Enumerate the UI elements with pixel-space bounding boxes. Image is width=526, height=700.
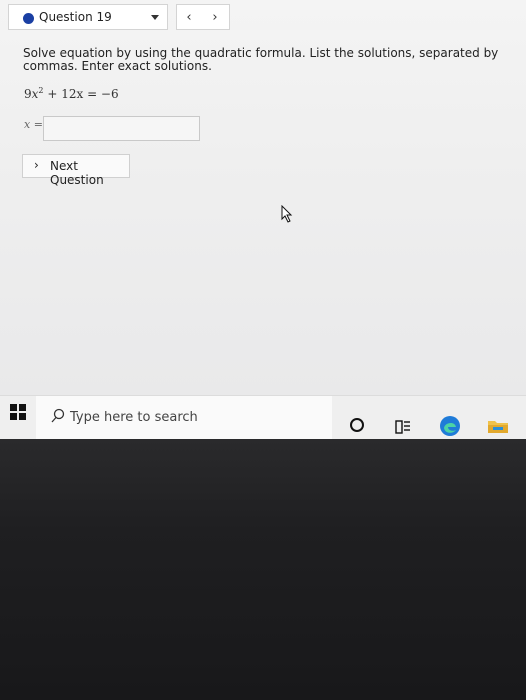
equation-exponent: 2 xyxy=(38,86,44,95)
answer-label: x = xyxy=(24,118,43,131)
question-label: Question 19 xyxy=(39,10,112,24)
question-prompt: Solve equation by using the quadratic fo… xyxy=(23,46,499,73)
previous-question-button[interactable]: ‹ xyxy=(181,10,197,25)
equation: 9x2 + 12x = −6 xyxy=(24,86,119,101)
cortana-icon[interactable] xyxy=(350,418,364,432)
equation-coefficient: 9 xyxy=(24,87,32,101)
search-placeholder: Type here to search xyxy=(70,410,198,425)
file-explorer-icon[interactable] xyxy=(487,418,509,434)
dropdown-caret-icon xyxy=(151,15,159,20)
monitor-bezel xyxy=(0,439,526,700)
windows-start-icon[interactable] xyxy=(10,404,26,420)
task-view-icon[interactable] xyxy=(395,420,411,434)
question-selector[interactable]: Question 19 xyxy=(8,4,168,30)
next-question-arrow-button[interactable]: › xyxy=(207,10,223,25)
question-status-dot-icon xyxy=(23,13,34,24)
question-nav-buttons: ‹ › xyxy=(176,4,230,30)
search-icon xyxy=(51,408,65,423)
edge-browser-icon[interactable] xyxy=(439,415,461,437)
windows-taskbar: Type here to search xyxy=(0,395,526,440)
equation-rest: + 12x = −6 xyxy=(47,87,119,101)
next-question-label: Next Question xyxy=(50,159,104,187)
next-question-button[interactable]: › Next Question xyxy=(22,154,130,187)
chevron-right-icon: › xyxy=(34,158,39,172)
mouse-cursor-icon xyxy=(281,205,293,223)
answer-input[interactable] xyxy=(43,116,200,141)
taskbar-search-box[interactable]: Type here to search xyxy=(36,396,332,440)
browser-content: Question 19 ‹ › Solve equation by using … xyxy=(0,0,526,395)
